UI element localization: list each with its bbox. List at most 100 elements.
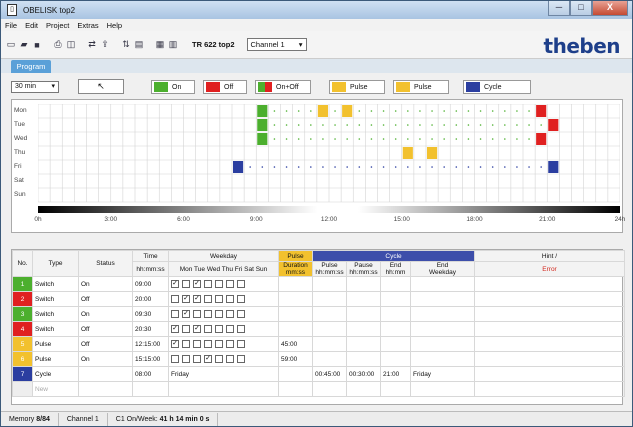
table-row[interactable]: 7 Cycle 08:00 Friday 00:45:00 00:30:00 21:00 Fr… — [12, 366, 626, 382]
switch-event-pulse[interactable] — [402, 147, 413, 159]
menu-file[interactable]: File — [5, 21, 17, 30]
row-cycle-pulse[interactable]: 00:45:00 — [312, 366, 347, 382]
transfer-icon[interactable]: ⇄ — [86, 39, 98, 51]
row-type[interactable]: Switch — [32, 291, 79, 307]
save-icon[interactable]: ■ — [31, 39, 43, 51]
menu-extras[interactable]: Extras — [77, 21, 98, 30]
legend-onoff-button[interactable]: On+Off — [255, 80, 311, 94]
switch-event-off[interactable] — [536, 105, 547, 117]
table-row[interactable]: 6 Pulse On 15:15:00 ✓ 59:00 — [12, 351, 626, 367]
menu-edit[interactable]: Edit — [25, 21, 38, 30]
row-status[interactable]: Off — [78, 291, 133, 307]
row-cycle-pause[interactable] — [346, 351, 381, 367]
switch-event-on[interactable] — [257, 105, 268, 117]
legend-cycle-button[interactable]: Cycle — [463, 80, 531, 94]
close-button[interactable]: X — [592, 1, 628, 16]
switch-event-on[interactable] — [257, 133, 268, 145]
table-icon[interactable]: ▤ — [133, 39, 145, 51]
row-cycle-pause[interactable] — [346, 291, 381, 307]
row-cycle-pulse[interactable] — [312, 321, 347, 337]
row-type[interactable]: Cycle — [32, 366, 79, 382]
weekday-checkbox[interactable] — [237, 280, 245, 288]
switch-event-pulse[interactable] — [317, 105, 328, 117]
legend-pulse-off-button[interactable]: Pulse — [393, 80, 449, 94]
row-time[interactable]: 09:30 — [132, 306, 169, 322]
row-cycle-end-weekday[interactable]: Friday — [409, 366, 476, 382]
table-row[interactable]: 5 Pulse Off 12:15:00 ✓ 45:00 — [12, 336, 626, 352]
switch-event-off[interactable] — [536, 133, 547, 145]
row-cycle-pulse[interactable] — [312, 306, 347, 322]
weekday-checkbox[interactable] — [226, 355, 234, 363]
weekday-checkbox[interactable] — [215, 355, 223, 363]
weekday-checkbox[interactable] — [226, 325, 234, 333]
weekday-checkbox[interactable] — [215, 295, 223, 303]
row-cycle-end-weekday[interactable] — [409, 276, 476, 292]
row-cycle-end-weekday[interactable] — [409, 336, 476, 352]
weekday-checkbox[interactable]: ✓ — [171, 325, 179, 333]
row-duration[interactable]: 59:00 — [278, 351, 313, 367]
weekday-checkbox[interactable]: ✓ — [193, 280, 201, 288]
weekday-checkbox[interactable] — [237, 325, 245, 333]
row-type[interactable]: Pulse — [32, 336, 79, 352]
weekday-checkbox[interactable]: ✓ — [193, 295, 201, 303]
view-icon[interactable]: ▦ — [154, 39, 166, 51]
weekday-checkbox[interactable] — [226, 340, 234, 348]
row-cycle-pulse[interactable] — [312, 351, 347, 367]
weekday-checkbox[interactable] — [171, 295, 179, 303]
row-duration[interactable] — [278, 306, 313, 322]
switch-event-pulse[interactable] — [427, 147, 438, 159]
cursor-tool-button[interactable]: ↖ — [78, 79, 124, 94]
weekday-checkbox[interactable] — [226, 310, 234, 318]
new-row-label[interactable]: New — [32, 381, 79, 397]
row-status[interactable]: On — [78, 351, 133, 367]
menu-help[interactable]: Help — [107, 21, 122, 30]
table-row[interactable]: 2 Switch Off 20:00 ✓ ✓ — [12, 291, 626, 307]
row-cycle-pause[interactable] — [346, 276, 381, 292]
weekday-checkbox[interactable] — [182, 280, 190, 288]
row-duration[interactable]: 45:00 — [278, 336, 313, 352]
row-cycle-end-weekday[interactable] — [409, 306, 476, 322]
weekday-checkbox[interactable]: ✓ — [204, 355, 212, 363]
interval-select[interactable]: 30 min ▾ — [11, 81, 59, 93]
upload-icon[interactable]: ⇪ — [99, 39, 111, 51]
weekday-checkbox[interactable] — [226, 295, 234, 303]
row-cycle-pulse[interactable] — [312, 276, 347, 292]
row-time[interactable]: 20:30 — [132, 321, 169, 337]
legend-on-button[interactable]: On — [151, 80, 195, 94]
channel-select[interactable]: Channel 1 ▾ — [246, 38, 307, 51]
row-cycle-end-weekday[interactable] — [409, 351, 476, 367]
weekday-checkbox[interactable]: ✓ — [171, 340, 179, 348]
weekday-checkbox[interactable] — [215, 325, 223, 333]
weekday-checkbox[interactable] — [237, 355, 245, 363]
row-type[interactable]: Switch — [32, 321, 79, 337]
row-cycle-end[interactable] — [380, 351, 411, 367]
weekday-checkbox[interactable] — [204, 340, 212, 348]
row-cycle-end[interactable] — [380, 276, 411, 292]
weekday-checkbox[interactable] — [204, 295, 212, 303]
schedule-grid[interactable] — [38, 104, 620, 204]
row-time[interactable]: 09:00 — [132, 276, 169, 292]
row-status[interactable]: On — [78, 276, 133, 292]
chart-icon[interactable]: ▥ — [167, 39, 179, 51]
maximize-button[interactable]: □ — [570, 1, 592, 16]
row-cycle-end-weekday[interactable] — [409, 321, 476, 337]
row-cycle-end[interactable]: 21:00 — [380, 366, 411, 382]
row-duration[interactable] — [278, 291, 313, 307]
row-cycle-end[interactable] — [380, 321, 411, 337]
row-time[interactable]: 08:00 — [132, 366, 169, 382]
row-cycle-pause[interactable] — [346, 306, 381, 322]
weekday-checkbox[interactable] — [204, 310, 212, 318]
weekday-checkbox[interactable]: ✓ — [193, 325, 201, 333]
weekday-checkbox[interactable] — [182, 325, 190, 333]
weekday-checkbox[interactable] — [215, 280, 223, 288]
weekday-checkbox[interactable] — [182, 355, 190, 363]
row-cycle-pulse[interactable] — [312, 336, 347, 352]
row-status[interactable]: Off — [78, 321, 133, 337]
row-status[interactable]: Off — [78, 336, 133, 352]
switch-event-pulse[interactable] — [342, 105, 353, 117]
legend-off-button[interactable]: Off — [203, 80, 247, 94]
switch-event-off[interactable] — [548, 119, 559, 131]
table-row[interactable]: 3 Switch On 09:30 ✓ — [12, 306, 626, 322]
row-cycle-pause[interactable]: 00:30:00 — [346, 366, 381, 382]
weekday-checkbox[interactable] — [193, 310, 201, 318]
